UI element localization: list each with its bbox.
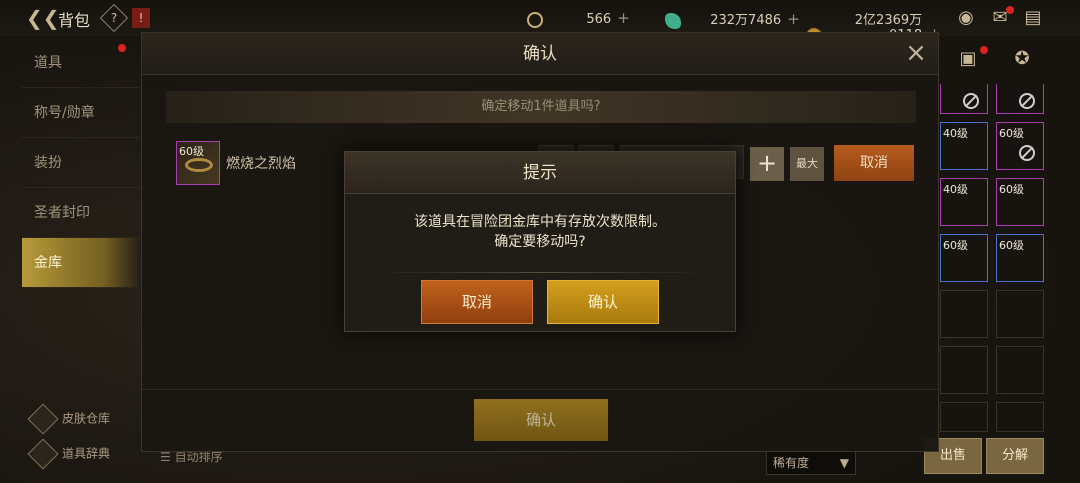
inventory-slot[interactable]: 60级 xyxy=(996,178,1044,226)
page-title: 背包 xyxy=(58,11,91,30)
sort-icon: ☰ xyxy=(160,450,171,464)
disassemble-button[interactable]: 分解 xyxy=(986,438,1044,474)
flame-ring-icon xyxy=(185,158,213,172)
blocked-icon xyxy=(1019,93,1035,109)
prompt-title: 提示 xyxy=(345,152,735,194)
dialog-title: 确认 xyxy=(142,33,938,75)
dictionary-icon xyxy=(27,438,59,470)
prompt-message: 该道具在冒险团金库中有存放次数限制。 确定要移动吗? xyxy=(414,214,666,250)
back-arrow-icon[interactable]: ❮❮ xyxy=(26,6,60,30)
top-bar: ❮❮ 背包 ? ! 566 + 232万7486 + 2亿2369万0118 +… xyxy=(0,0,1080,44)
inventory-slot-empty[interactable] xyxy=(996,290,1044,338)
item-name: 燃烧之烈焰 xyxy=(226,156,296,172)
move-question: 确定移动1件道具吗? xyxy=(166,91,916,123)
card-icon[interactable]: ▣ xyxy=(956,48,980,70)
inventory-slot[interactable]: 60级 xyxy=(940,234,988,282)
category-sidebar: 道具 称号/勋章 装扮 圣者封印 金库 xyxy=(22,38,140,458)
inventory-slot[interactable] xyxy=(940,84,988,114)
star-settings-icon[interactable]: ✪ xyxy=(1010,48,1034,70)
inventory-slot[interactable]: 40级 xyxy=(940,178,988,226)
inventory-slot[interactable]: 60级 xyxy=(996,122,1044,170)
blocked-icon xyxy=(963,93,979,109)
inventory-slot[interactable]: 60级 xyxy=(996,234,1044,282)
inventory-slot-empty[interactable] xyxy=(996,346,1044,394)
plus-button[interactable]: + xyxy=(750,147,784,181)
max-button[interactable]: 最大 xyxy=(790,147,824,181)
shop-icon[interactable]: ◉ xyxy=(954,7,978,29)
item-thumbnail[interactable]: 60级 xyxy=(176,141,220,185)
inventory-slot[interactable]: 40级 xyxy=(940,122,988,170)
skin-storage-icon xyxy=(27,403,59,435)
inventory-grid: 40级 60级 40级 60级 60级 60级 ▣ ✪ xyxy=(938,36,1080,483)
sidebar-item-avatar[interactable]: 装扮 xyxy=(22,138,140,188)
close-icon[interactable]: × xyxy=(904,40,928,66)
sidebar-item-vault[interactable]: 金库 xyxy=(22,238,140,288)
skin-storage-button[interactable]: 皮肤仓库 xyxy=(27,403,110,435)
add-coin-button[interactable]: + xyxy=(617,9,630,27)
item-cancel-button[interactable]: 取消 xyxy=(834,145,914,181)
prompt-divider xyxy=(375,272,707,273)
add-crystal-button[interactable]: + xyxy=(787,10,800,28)
item-dictionary-button[interactable]: 道具辞典 xyxy=(27,438,110,470)
currency-gold: 2亿2369万0118 + xyxy=(806,9,941,44)
inventory-slot-empty[interactable] xyxy=(940,346,988,394)
currency-coin: 566 + xyxy=(527,9,630,28)
sidebar-item-titles[interactable]: 称号/勋章 xyxy=(22,88,140,138)
coin-c-icon xyxy=(527,11,543,28)
sidebar-item-items[interactable]: 道具 xyxy=(22,38,140,88)
prompt-confirm-button[interactable]: 确认 xyxy=(547,280,659,324)
prompt-dialog: 提示 该道具在冒险团金库中有存放次数限制。 确定要移动吗? 取消 确认 xyxy=(344,151,736,332)
divider xyxy=(142,389,938,390)
chat-icon[interactable]: ▤ xyxy=(1021,7,1045,29)
inventory-slot[interactable] xyxy=(996,84,1044,114)
inventory-slot-empty[interactable] xyxy=(940,402,988,432)
inventory-slot-empty[interactable] xyxy=(996,402,1044,432)
crystal-icon xyxy=(665,12,681,29)
prompt-cancel-button[interactable]: 取消 xyxy=(421,280,533,324)
confirm-button[interactable]: 确认 xyxy=(474,399,608,441)
currency-crystal: 232万7486 + xyxy=(665,9,800,29)
chevron-down-icon: ▼ xyxy=(839,456,849,470)
mail-notification-dot xyxy=(1006,6,1014,14)
inventory-slot-empty[interactable] xyxy=(940,290,988,338)
alert-icon[interactable]: ! xyxy=(132,8,150,28)
sort-dropdown[interactable]: 稀有度 ▼ xyxy=(766,451,856,475)
sidebar-item-seal[interactable]: 圣者封印 xyxy=(22,188,140,238)
items-notification-dot xyxy=(118,44,126,52)
card-notification-dot xyxy=(980,46,988,54)
blocked-icon xyxy=(1019,145,1035,161)
help-icon[interactable]: ? xyxy=(99,3,129,33)
